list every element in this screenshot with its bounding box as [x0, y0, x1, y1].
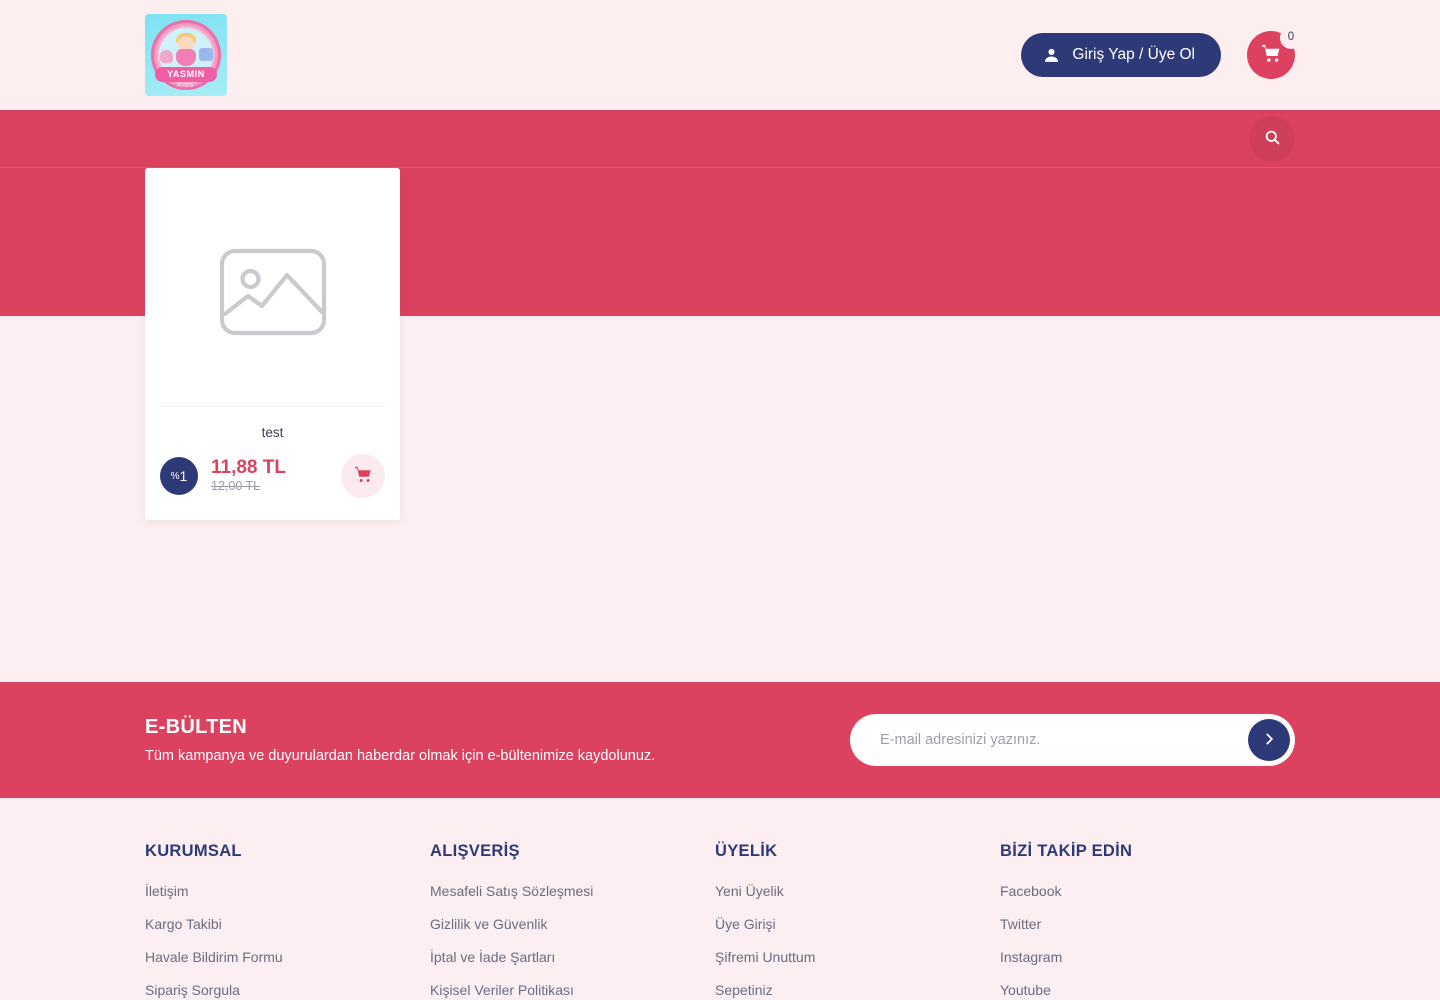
newsletter-title: E-BÜLTEN [145, 716, 248, 738]
footer-column-alisveris: ALIŞVERİŞ Mesafeli Satış Sözleşmesi Gizl… [430, 842, 715, 1000]
footer-column-uyelik: ÜYELİK Yeni Üyelik Üye Girişi Şifremi Un… [715, 842, 1000, 1000]
login-register-label: Giriş Yap / Üye Ol [1072, 46, 1195, 63]
prices: 11,88 TL 12,00 TL [211, 457, 286, 494]
footer-link[interactable]: Youtube [1000, 982, 1290, 998]
footer-link[interactable]: Şifremi Unuttum [715, 949, 1000, 965]
footer-link[interactable]: Kişisel Veriler Politikası [430, 982, 715, 998]
logo-toy-block-icon [199, 48, 213, 61]
product-price: 11,88 TL [211, 457, 286, 479]
newsletter-email-input[interactable] [880, 732, 1248, 748]
footer-heading: ALIŞVERİŞ [430, 842, 520, 860]
footer-column-sosyal: BİZİ TAKİP EDİN Facebook Twitter Instagr… [1000, 842, 1290, 1000]
user-icon [1043, 47, 1060, 64]
header-actions: Giriş Yap / Üye Ol 0 [1021, 27, 1302, 79]
add-to-cart-button[interactable] [341, 454, 385, 498]
product-card[interactable]: test % 1 11,88 TL 12,00 TL [145, 168, 400, 520]
site-logo[interactable]: YASMIN KIDS [145, 14, 227, 96]
discount-value: 1 [179, 468, 188, 484]
logo-brand-text: YASMIN [167, 69, 205, 79]
newsletter-section: E-BÜLTEN Tüm kampanya ve duyurulardan ha… [0, 682, 1440, 798]
chevron-right-icon [1262, 732, 1276, 749]
site-header: YASMIN KIDS Giriş Yap / Üye Ol 0 [0, 0, 1440, 110]
image-placeholder-icon [217, 246, 329, 343]
product-price-block: % 1 11,88 TL 12,00 TL [160, 457, 286, 495]
newsletter-form [850, 714, 1295, 766]
product-name: test [261, 425, 284, 440]
site-footer: KURUMSAL İletişim Kargo Takibi Havale Bi… [0, 798, 1440, 1000]
footer-link[interactable]: İptal ve İade Şartları [430, 949, 715, 965]
footer-link[interactable]: Twitter [1000, 916, 1290, 932]
page-root: YASMIN KIDS Giriş Yap / Üye Ol 0 test % … [0, 0, 1440, 1000]
footer-columns: KURUMSAL İletişim Kargo Takibi Havale Bi… [145, 842, 1295, 1000]
footer-link[interactable]: Facebook [1000, 883, 1290, 899]
search-icon [1264, 129, 1281, 149]
footer-link[interactable]: Yeni Üyelik [715, 883, 1000, 899]
footer-link[interactable]: Kargo Takibi [145, 916, 430, 932]
footer-heading: ÜYELİK [715, 842, 778, 860]
product-footer: % 1 11,88 TL 12,00 TL [160, 454, 385, 520]
product-image-placeholder[interactable] [160, 183, 385, 407]
discount-percent-sign: % [170, 471, 180, 482]
discount-badge: % 1 [160, 457, 198, 495]
footer-column-kurumsal: KURUMSAL İletişim Kargo Takibi Havale Bi… [145, 842, 430, 1000]
footer-link[interactable]: Havale Bildirim Formu [145, 949, 430, 965]
cart-icon [354, 465, 373, 487]
footer-heading: BİZİ TAKİP EDİN [1000, 842, 1133, 860]
footer-heading: KURUMSAL [145, 842, 242, 860]
login-register-button[interactable]: Giriş Yap / Üye Ol [1021, 33, 1221, 77]
product-old-price: 12,00 TL [211, 479, 261, 494]
newsletter-text: E-BÜLTEN Tüm kampanya ve duyurulardan ha… [145, 716, 655, 764]
footer-link[interactable]: Gizlilik ve Güvenlik [430, 916, 715, 932]
footer-link[interactable]: Instagram [1000, 949, 1290, 965]
main-navbar [0, 110, 1440, 168]
product-grid: test % 1 11,88 TL 12,00 TL [145, 168, 1295, 520]
cart-widget: 0 [1247, 27, 1302, 79]
logo-brand-sub: KIDS [177, 83, 195, 89]
footer-link[interactable]: Sipariş Sorgula [145, 982, 430, 998]
cart-count-badge: 0 [1280, 27, 1302, 49]
footer-link[interactable]: Sepetiniz [715, 982, 1000, 998]
footer-link[interactable]: Üye Girişi [715, 916, 1000, 932]
footer-link[interactable]: İletişim [145, 883, 430, 899]
cart-icon [1261, 43, 1282, 67]
newsletter-submit-button[interactable] [1248, 719, 1290, 761]
footer-link[interactable]: Mesafeli Satış Sözleşmesi [430, 883, 715, 899]
logo-doll-body [176, 49, 196, 66]
logo-toy-bear-icon [160, 50, 173, 63]
newsletter-subtitle: Tüm kampanya ve duyurulardan haberdar ol… [145, 748, 656, 764]
search-button[interactable] [1249, 115, 1295, 162]
campaign-products-section: test % 1 11,88 TL 12,00 TL [0, 168, 1440, 682]
